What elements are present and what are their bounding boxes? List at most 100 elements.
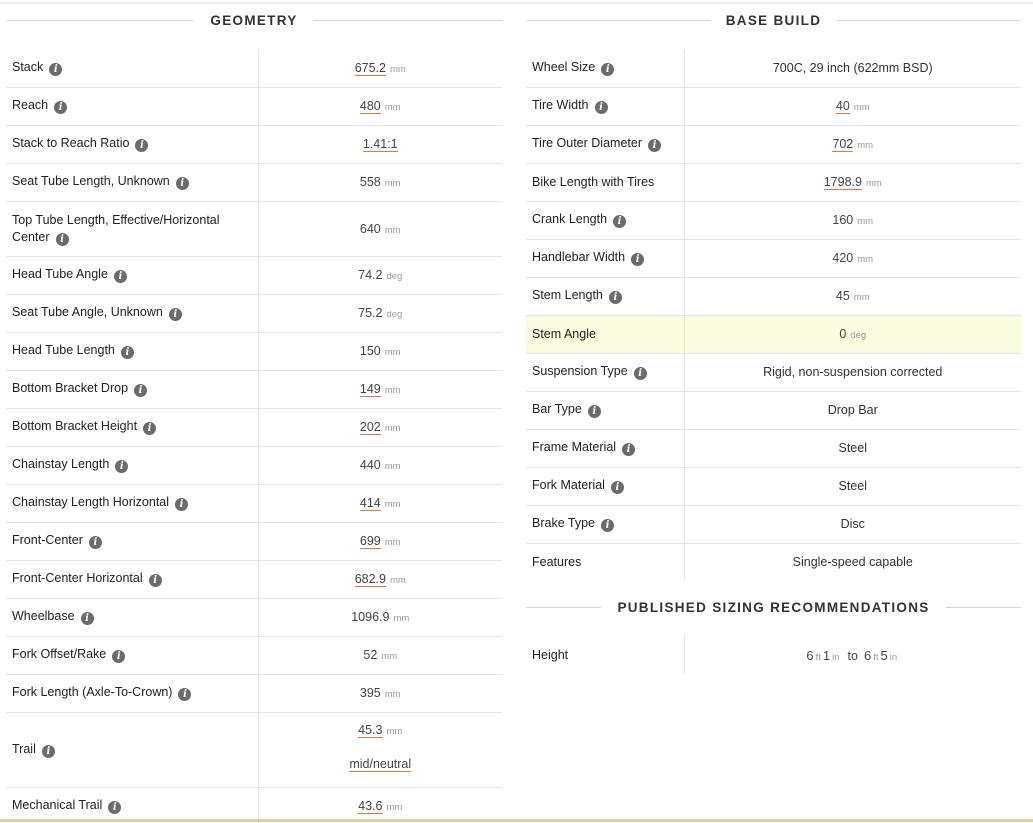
row-label: Wheel Size i bbox=[526, 49, 684, 88]
row-head-tube-angle: Head Tube Angle i 74.2 deg bbox=[6, 256, 502, 295]
info-icon[interactable]: i bbox=[112, 650, 126, 663]
info-icon[interactable]: i bbox=[54, 101, 68, 114]
row-value: 43.6 mm bbox=[257, 787, 502, 823]
sizing-label: Height bbox=[532, 648, 569, 662]
row-label: Front-Center Horizontal i bbox=[6, 560, 258, 599]
row-value: 52 mm bbox=[257, 636, 502, 675]
row-label: Stem Length i bbox=[526, 277, 684, 316]
row-value: 640 mm bbox=[257, 201, 502, 257]
row-frame-material: Frame Material i Steel bbox=[526, 429, 1021, 468]
row-value: 74.2 deg bbox=[257, 256, 502, 295]
row-stem-length: Stem Length i 45 mm bbox=[526, 277, 1021, 316]
row-label: Stem Angle bbox=[526, 315, 684, 354]
row-features: Features Single-speed capable bbox=[526, 543, 1021, 581]
row-value: 45 mm bbox=[683, 277, 1021, 316]
row-value: 1.41:1 bbox=[257, 125, 502, 164]
row-value: 149 mm bbox=[257, 370, 502, 409]
row-value: 675.2 mm bbox=[257, 49, 502, 88]
row-label: Chainstay Length i bbox=[6, 446, 258, 485]
sizing-row-height: Height 6 ft 1 in to 6 ft 5 in bbox=[526, 636, 1021, 674]
info-icon[interactable]: i bbox=[587, 405, 601, 418]
row-value: 682.9 mm bbox=[257, 560, 502, 599]
row-value: 700C, 29 inch (622mm BSD) bbox=[683, 49, 1021, 88]
row-label: Brake Type i bbox=[526, 505, 684, 544]
row-value: 414 mm bbox=[257, 484, 502, 523]
info-icon[interactable]: i bbox=[601, 62, 615, 76]
row-label: Bike Length with Tires bbox=[526, 163, 684, 202]
info-icon[interactable]: i bbox=[168, 308, 182, 321]
row-label: Features bbox=[532, 555, 582, 570]
row-value: 160 mm bbox=[683, 201, 1021, 240]
row-label: Wheelbase i bbox=[6, 598, 258, 637]
row-label: Reach i bbox=[6, 87, 258, 126]
info-icon[interactable]: i bbox=[49, 62, 63, 76]
row-value: 75.2 deg bbox=[257, 294, 502, 333]
info-icon[interactable]: i bbox=[610, 481, 624, 494]
row-label: Tire Width i bbox=[526, 87, 684, 126]
info-icon[interactable]: i bbox=[622, 443, 636, 456]
row-value: 702 mm bbox=[683, 125, 1021, 164]
to-in: 5 bbox=[880, 647, 888, 663]
row-value: 558 mm bbox=[257, 163, 502, 202]
info-icon[interactable]: i bbox=[148, 574, 162, 587]
row-label: Crank Length i bbox=[526, 201, 684, 240]
base-build-title: BASE BUILD bbox=[725, 12, 822, 28]
row-mechanical-trail: Mechanical Trail i 43.6 mm bbox=[6, 787, 502, 823]
row-label: Seat Tube Angle, Unknown i bbox=[6, 294, 258, 333]
row-chainstay-length-horizontal: Chainstay Length Horizontal i 414 mm bbox=[6, 484, 502, 523]
info-icon[interactable]: i bbox=[135, 139, 149, 152]
row-bike-length-with-tires: Bike Length with Tires 1798.9 mm bbox=[526, 163, 1021, 202]
info-icon[interactable]: i bbox=[41, 744, 55, 758]
sizing-header: PUBLISHED SIZING RECOMMENDATIONS bbox=[526, 595, 1022, 619]
info-icon[interactable]: i bbox=[113, 270, 127, 283]
from-in: 1 bbox=[822, 647, 831, 663]
row-reach: Reach i 480 mm bbox=[6, 87, 502, 126]
row-value: 40 mm bbox=[683, 87, 1021, 126]
row-seat-tube-length-unknown: Seat Tube Length, Unknown i 558 mm bbox=[6, 163, 502, 202]
row-value: 420 mm bbox=[683, 239, 1021, 278]
row-label: Head Tube Angle i bbox=[6, 256, 258, 295]
row-value: 699 mm bbox=[257, 522, 502, 561]
info-icon[interactable]: i bbox=[143, 422, 157, 435]
info-icon[interactable]: i bbox=[115, 460, 129, 473]
info-icon[interactable]: i bbox=[608, 291, 622, 304]
info-icon[interactable]: i bbox=[647, 139, 661, 152]
row-label: Seat Tube Length, Unknown i bbox=[6, 163, 258, 202]
row-value: 1096.9 mm bbox=[257, 598, 502, 637]
row-label: Suspension Type i bbox=[526, 353, 684, 392]
row-label: Chainstay Length Horizontal i bbox=[6, 484, 258, 523]
row-handlebar-width: Handlebar Width i 420 mm bbox=[526, 239, 1021, 278]
top-divider bbox=[0, 2, 1033, 4]
row-head-tube-length: Head Tube Length i 150 mm bbox=[6, 332, 502, 371]
row-value: Drop Bar bbox=[683, 391, 1021, 430]
info-icon[interactable]: i bbox=[80, 612, 94, 625]
info-icon[interactable]: i bbox=[178, 688, 192, 701]
info-icon[interactable]: i bbox=[88, 536, 102, 549]
row-fork-length-axle-to-crown: Fork Length (Axle-To-Crown) i 395 mm bbox=[6, 674, 502, 713]
row-chainstay-length: Chainstay Length i 440 mm bbox=[6, 446, 502, 485]
info-icon[interactable]: i bbox=[631, 253, 645, 266]
info-icon[interactable]: i bbox=[633, 367, 647, 380]
row-label: Fork Offset/Rake i bbox=[6, 636, 258, 675]
info-icon[interactable]: i bbox=[108, 801, 122, 815]
info-icon[interactable]: i bbox=[175, 177, 189, 190]
to-ft: 6 bbox=[863, 647, 872, 663]
row-label: Head Tube Length i bbox=[6, 332, 258, 371]
info-icon[interactable]: i bbox=[594, 101, 608, 114]
info-icon[interactable]: i bbox=[601, 519, 615, 532]
info-icon[interactable]: i bbox=[175, 498, 189, 511]
row-stem-angle: Stem Angle 0 deg bbox=[526, 315, 1021, 354]
info-icon[interactable]: i bbox=[55, 232, 69, 246]
row-label: Bar Type i bbox=[526, 391, 684, 430]
row-front-center: Front-Center i 699 mm bbox=[6, 522, 502, 561]
info-icon[interactable]: i bbox=[120, 346, 134, 359]
sizing-title: PUBLISHED SIZING RECOMMENDATIONS bbox=[617, 599, 930, 615]
row-wheelbase: Wheelbase i 1096.9 mm bbox=[6, 598, 502, 637]
row-label: Stack to Reach Ratio i bbox=[6, 125, 258, 164]
row-top-tube-length-effective-horizontal-center: Top Tube Length, Effective/Horizontal Ce… bbox=[6, 201, 502, 257]
trail-class[interactable]: mid/neutral bbox=[349, 756, 412, 772]
row-front-center-horizontal: Front-Center Horizontal i 682.9 mm bbox=[6, 560, 502, 599]
row-label: Front-Center i bbox=[6, 522, 258, 561]
info-icon[interactable]: i bbox=[613, 215, 627, 228]
info-icon[interactable]: i bbox=[134, 384, 148, 397]
